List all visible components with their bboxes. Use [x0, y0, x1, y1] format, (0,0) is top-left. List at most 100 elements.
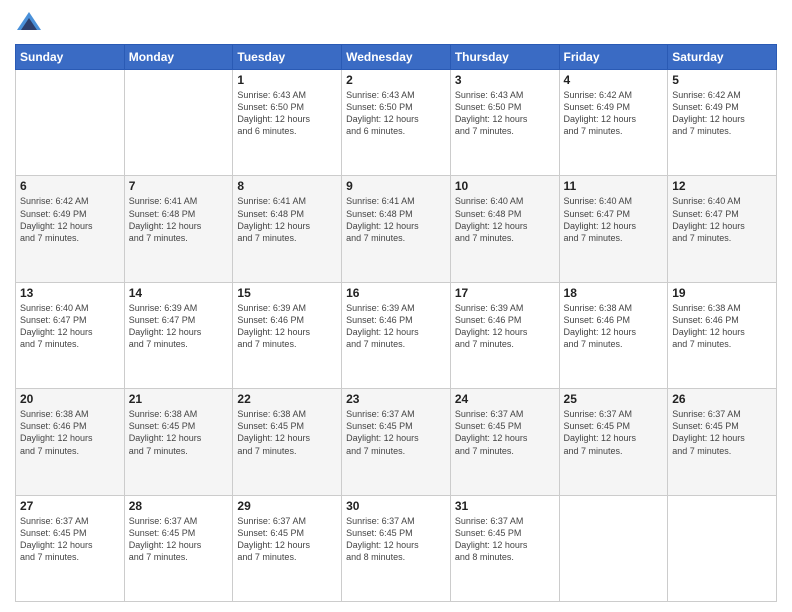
- day-number: 31: [455, 499, 555, 513]
- day-number: 21: [129, 392, 229, 406]
- day-info: Sunrise: 6:41 AM Sunset: 6:48 PM Dayligh…: [237, 195, 337, 244]
- day-info: Sunrise: 6:41 AM Sunset: 6:48 PM Dayligh…: [346, 195, 446, 244]
- weekday-header-row: SundayMondayTuesdayWednesdayThursdayFrid…: [16, 45, 777, 70]
- day-cell: 16 Sunrise: 6:39 AM Sunset: 6:46 PM Dayli…: [342, 282, 451, 388]
- day-number: 5: [672, 73, 772, 87]
- day-info: Sunrise: 6:42 AM Sunset: 6:49 PM Dayligh…: [672, 89, 772, 138]
- day-info: Sunrise: 6:40 AM Sunset: 6:47 PM Dayligh…: [564, 195, 664, 244]
- day-number: 20: [20, 392, 120, 406]
- day-info: Sunrise: 6:37 AM Sunset: 6:45 PM Dayligh…: [564, 408, 664, 457]
- day-cell: 7 Sunrise: 6:41 AM Sunset: 6:48 PM Daylig…: [124, 176, 233, 282]
- day-info: Sunrise: 6:39 AM Sunset: 6:46 PM Dayligh…: [455, 302, 555, 351]
- day-cell: 3 Sunrise: 6:43 AM Sunset: 6:50 PM Daylig…: [450, 70, 559, 176]
- day-cell: [16, 70, 125, 176]
- day-number: 11: [564, 179, 664, 193]
- week-row-5: 27Sunrise: 6:37 AM Sunset: 6:45 PM Dayli…: [16, 495, 777, 601]
- day-number: 28: [129, 499, 229, 513]
- day-cell: 25 Sunrise: 6:37 AM Sunset: 6:45 PM Dayli…: [559, 389, 668, 495]
- day-cell: 21 Sunrise: 6:38 AM Sunset: 6:45 PM Dayli…: [124, 389, 233, 495]
- week-row-1: 1 Sunrise: 6:43 AM Sunset: 6:50 PM Daylig…: [16, 70, 777, 176]
- day-cell: 5 Sunrise: 6:42 AM Sunset: 6:49 PM Daylig…: [668, 70, 777, 176]
- day-number: 29: [237, 499, 337, 513]
- day-number: 17: [455, 286, 555, 300]
- day-number: 4: [564, 73, 664, 87]
- day-cell: [668, 495, 777, 601]
- day-info: Sunrise: 6:39 AM Sunset: 6:46 PM Dayligh…: [346, 302, 446, 351]
- day-info: Sunrise: 6:43 AM Sunset: 6:50 PM Dayligh…: [237, 89, 337, 138]
- day-number: 12: [672, 179, 772, 193]
- day-info: Sunrise: 6:40 AM Sunset: 6:47 PM Dayligh…: [20, 302, 120, 351]
- day-cell: 20 Sunrise: 6:38 AM Sunset: 6:46 PM Dayli…: [16, 389, 125, 495]
- day-cell: 22 Sunrise: 6:38 AM Sunset: 6:45 PM Dayli…: [233, 389, 342, 495]
- weekday-header-monday: Monday: [124, 45, 233, 70]
- day-info: Sunrise: 6:40 AM Sunset: 6:48 PM Dayligh…: [455, 195, 555, 244]
- day-cell: 31 Sunrise: 6:37 AM Sunset: 6:45 PM Dayli…: [450, 495, 559, 601]
- calendar-table: SundayMondayTuesdayWednesdayThursdayFrid…: [15, 44, 777, 602]
- weekday-header-saturday: Saturday: [668, 45, 777, 70]
- day-cell: 29 Sunrise: 6:37 AM Sunset: 6:45 PM Dayli…: [233, 495, 342, 601]
- day-info: Sunrise: 6:38 AM Sunset: 6:46 PM Dayligh…: [564, 302, 664, 351]
- day-info: Sunrise: 6:43 AM Sunset: 6:50 PM Dayligh…: [455, 89, 555, 138]
- day-info: Sunrise: 6:41 AM Sunset: 6:48 PM Dayligh…: [129, 195, 229, 244]
- week-row-4: 20 Sunrise: 6:38 AM Sunset: 6:46 PM Dayli…: [16, 389, 777, 495]
- day-number: 22: [237, 392, 337, 406]
- day-number: 2: [346, 73, 446, 87]
- day-info: Sunrise: 6:43 AM Sunset: 6:50 PM Dayligh…: [346, 89, 446, 138]
- weekday-header-wednesday: Wednesday: [342, 45, 451, 70]
- day-info: Sunrise: 6:37 AM Sunset: 6:45 PM Dayligh…: [346, 408, 446, 457]
- day-info: Sunrise: 6:42 AM Sunset: 6:49 PM Dayligh…: [20, 195, 120, 244]
- day-cell: 26 Sunrise: 6:37 AM Sunset: 6:45 PM Dayli…: [668, 389, 777, 495]
- day-cell: 2 Sunrise: 6:43 AM Sunset: 6:50 PM Daylig…: [342, 70, 451, 176]
- day-cell: 14 Sunrise: 6:39 AM Sunset: 6:47 PM Dayli…: [124, 282, 233, 388]
- day-info: Sunrise: 6:38 AM Sunset: 6:46 PM Dayligh…: [672, 302, 772, 351]
- day-info: Sunrise: 6:38 AM Sunset: 6:46 PM Dayligh…: [20, 408, 120, 457]
- day-number: 23: [346, 392, 446, 406]
- week-row-2: 6 Sunrise: 6:42 AM Sunset: 6:49 PM Daylig…: [16, 176, 777, 282]
- day-info: Sunrise: 6:38 AM Sunset: 6:45 PM Dayligh…: [129, 408, 229, 457]
- day-cell: 30Sunrise: 6:37 AM Sunset: 6:45 PM Dayli…: [342, 495, 451, 601]
- day-info: Sunrise: 6:37 AM Sunset: 6:45 PM Dayligh…: [455, 515, 555, 564]
- day-info: Sunrise: 6:42 AM Sunset: 6:49 PM Dayligh…: [564, 89, 664, 138]
- weekday-header-friday: Friday: [559, 45, 668, 70]
- day-number: 30: [346, 499, 446, 513]
- day-number: 3: [455, 73, 555, 87]
- day-info: Sunrise: 6:39 AM Sunset: 6:47 PM Dayligh…: [129, 302, 229, 351]
- logo-icon: [15, 10, 43, 38]
- day-cell: 10 Sunrise: 6:40 AM Sunset: 6:48 PM Dayli…: [450, 176, 559, 282]
- day-cell: 12 Sunrise: 6:40 AM Sunset: 6:47 PM Dayli…: [668, 176, 777, 282]
- day-number: 19: [672, 286, 772, 300]
- day-number: 1: [237, 73, 337, 87]
- day-cell: 15 Sunrise: 6:39 AM Sunset: 6:46 PM Dayli…: [233, 282, 342, 388]
- day-cell: 18 Sunrise: 6:38 AM Sunset: 6:46 PM Dayli…: [559, 282, 668, 388]
- weekday-header-tuesday: Tuesday: [233, 45, 342, 70]
- day-cell: [124, 70, 233, 176]
- day-number: 16: [346, 286, 446, 300]
- day-number: 6: [20, 179, 120, 193]
- day-number: 8: [237, 179, 337, 193]
- weekday-header-sunday: Sunday: [16, 45, 125, 70]
- day-number: 7: [129, 179, 229, 193]
- day-info: Sunrise: 6:39 AM Sunset: 6:46 PM Dayligh…: [237, 302, 337, 351]
- day-number: 26: [672, 392, 772, 406]
- day-cell: 28 Sunrise: 6:37 AM Sunset: 6:45 PM Dayli…: [124, 495, 233, 601]
- day-number: 25: [564, 392, 664, 406]
- day-info: Sunrise: 6:37 AM Sunset: 6:45 PM Dayligh…: [237, 515, 337, 564]
- day-info: Sunrise: 6:40 AM Sunset: 6:47 PM Dayligh…: [672, 195, 772, 244]
- day-number: 24: [455, 392, 555, 406]
- day-info: Sunrise: 6:37 AM Sunset: 6:45 PM Dayligh…: [455, 408, 555, 457]
- day-cell: 17 Sunrise: 6:39 AM Sunset: 6:46 PM Dayli…: [450, 282, 559, 388]
- day-info: Sunrise: 6:37 AM Sunset: 6:45 PM Dayligh…: [129, 515, 229, 564]
- day-cell: 27Sunrise: 6:37 AM Sunset: 6:45 PM Dayli…: [16, 495, 125, 601]
- day-info: Sunrise: 6:37 AM Sunset: 6:45 PM Dayligh…: [672, 408, 772, 457]
- day-number: 18: [564, 286, 664, 300]
- day-cell: 23 Sunrise: 6:37 AM Sunset: 6:45 PM Dayli…: [342, 389, 451, 495]
- header: [15, 10, 777, 38]
- day-cell: 1 Sunrise: 6:43 AM Sunset: 6:50 PM Daylig…: [233, 70, 342, 176]
- day-cell: 24 Sunrise: 6:37 AM Sunset: 6:45 PM Dayli…: [450, 389, 559, 495]
- day-info: Sunrise: 6:37 AM Sunset: 6:45 PM Dayligh…: [20, 515, 120, 564]
- day-info: Sunrise: 6:38 AM Sunset: 6:45 PM Dayligh…: [237, 408, 337, 457]
- day-cell: 11 Sunrise: 6:40 AM Sunset: 6:47 PM Dayli…: [559, 176, 668, 282]
- day-number: 10: [455, 179, 555, 193]
- day-number: 15: [237, 286, 337, 300]
- day-number: 14: [129, 286, 229, 300]
